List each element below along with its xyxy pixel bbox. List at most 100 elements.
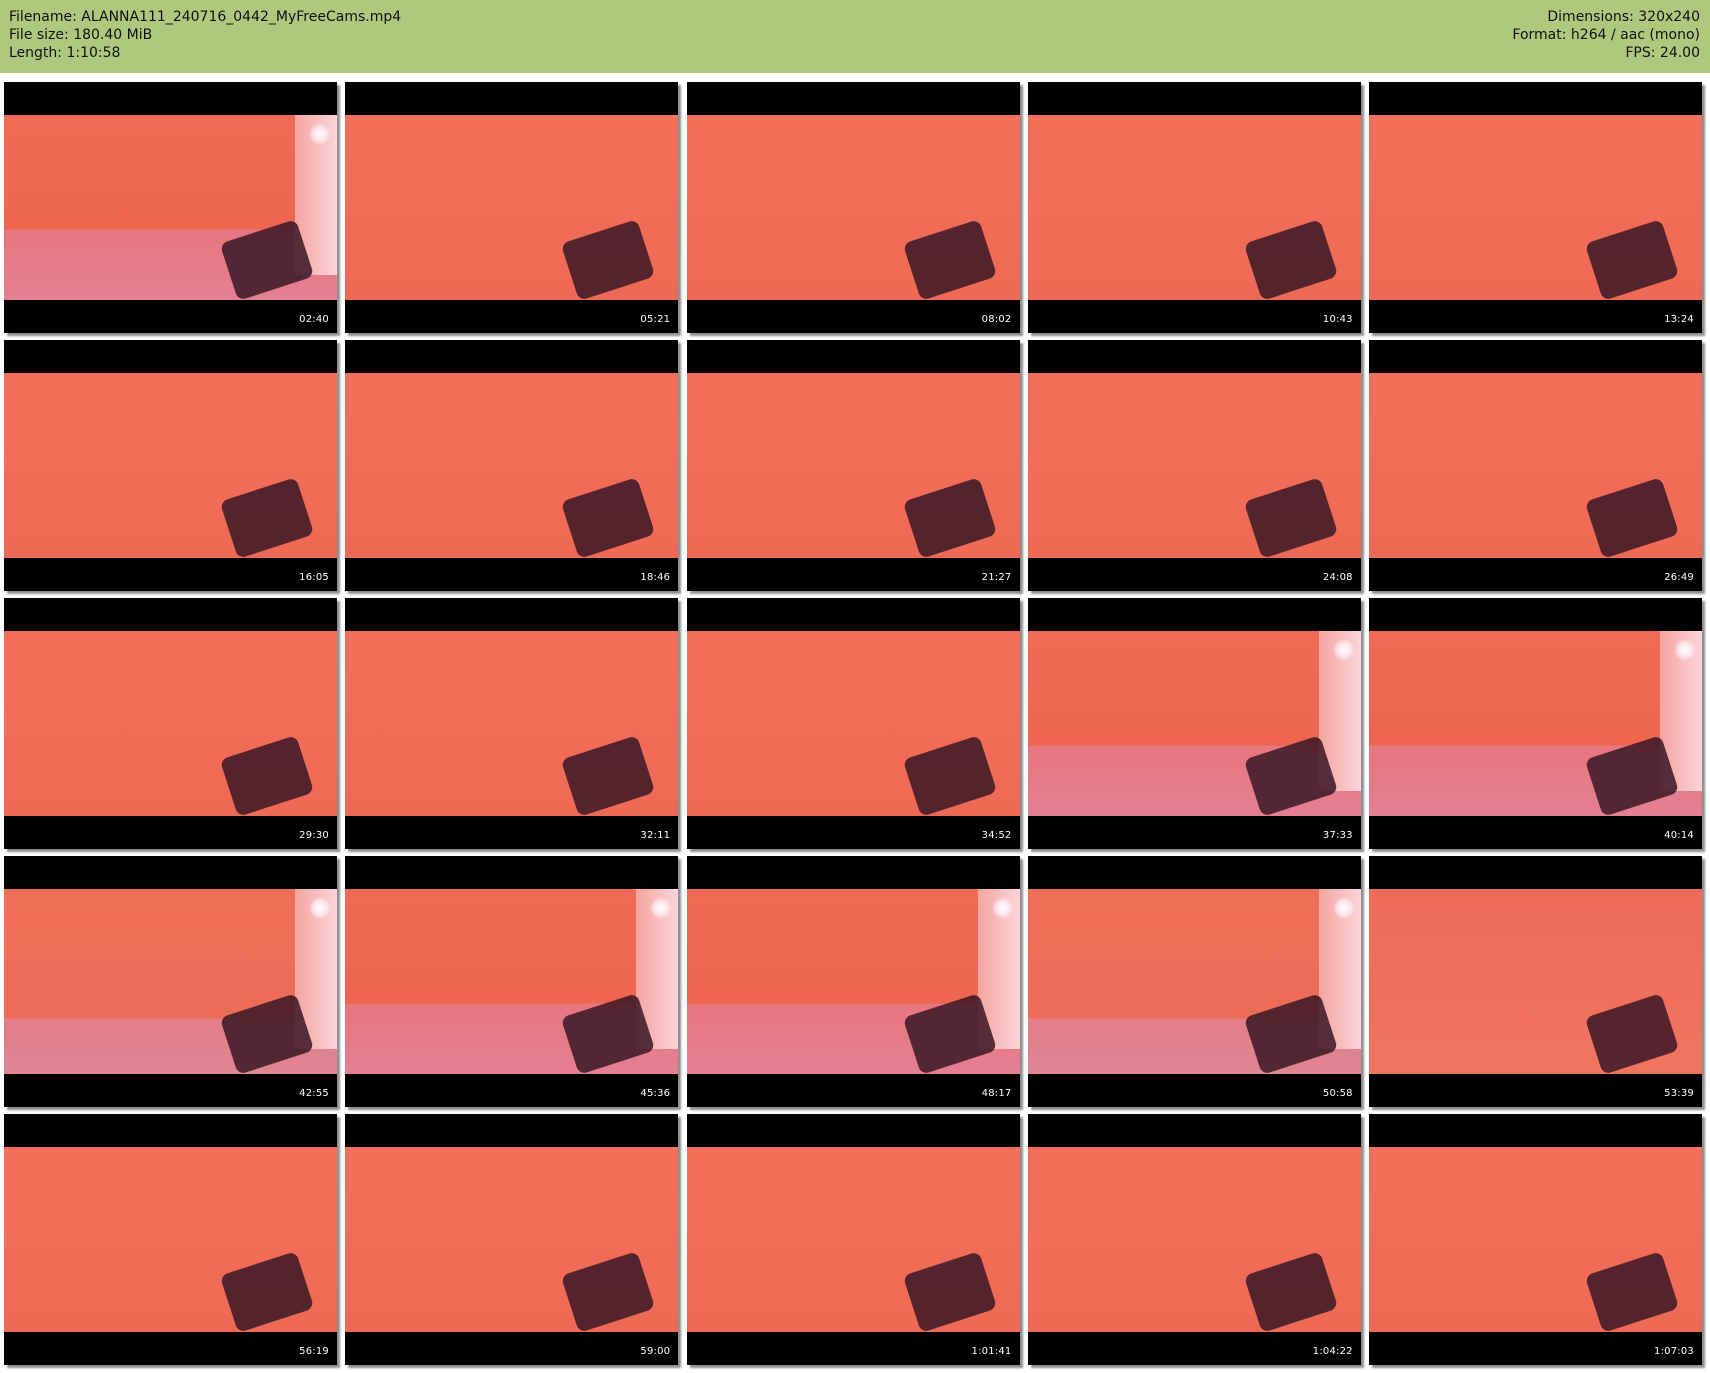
- thumbnail-frame: [345, 115, 679, 300]
- fps-label: FPS: 24.00: [1625, 45, 1700, 61]
- thumbnail-frame: [1027, 115, 1361, 300]
- thumbnail-timestamp: 10:43: [1322, 314, 1353, 325]
- background-pillow: [902, 477, 997, 558]
- background-pillow: [1584, 1251, 1680, 1332]
- video-thumbnail[interactable]: 08:02: [686, 82, 1020, 333]
- background-pillow: [902, 735, 997, 816]
- length-label: Length: 1:10:58: [9, 45, 121, 61]
- thumbnail-timestamp: 59:00: [640, 1346, 671, 1357]
- thumbnail-frame: [4, 1147, 337, 1332]
- filesize-label: File size: 180.40 MiB: [9, 27, 153, 43]
- thumbnail-timestamp: 42:55: [299, 1088, 329, 1099]
- background-pillow: [1584, 477, 1680, 558]
- background-pillow: [560, 477, 656, 558]
- video-thumbnail[interactable]: 02:40: [4, 82, 337, 333]
- thumbnail-timestamp: 08:02: [981, 314, 1012, 325]
- thumbnail-frame: [4, 115, 337, 300]
- video-thumbnail[interactable]: 26:49: [1369, 340, 1702, 591]
- background-pillow: [1243, 219, 1339, 300]
- thumbnail-frame: [4, 889, 337, 1074]
- video-thumbnail[interactable]: 50:58: [1027, 856, 1361, 1107]
- video-thumbnail[interactable]: 40:14: [1369, 598, 1702, 849]
- video-thumbnail[interactable]: 24:08: [1027, 340, 1361, 591]
- video-thumbnail[interactable]: 45:36: [345, 856, 679, 1107]
- video-thumbnail[interactable]: 34:52: [686, 598, 1020, 849]
- thumbnail-frame: [1027, 1147, 1361, 1332]
- video-thumbnail[interactable]: 42:55: [4, 856, 337, 1107]
- thumbnail-frame: [686, 373, 1020, 558]
- thumbnail-frame: [345, 1147, 679, 1332]
- thumbnail-frame: [345, 889, 679, 1074]
- thumbnail-timestamp: 29:30: [299, 830, 329, 841]
- thumbnail-timestamp: 1:01:41: [971, 1346, 1012, 1357]
- background-lamp: [1332, 897, 1355, 919]
- video-thumbnail[interactable]: 59:00: [345, 1114, 679, 1365]
- thumbnail-frame: [1369, 373, 1702, 558]
- background-pillow: [560, 1251, 656, 1332]
- background-lamp: [309, 123, 331, 145]
- background-pillow: [1584, 219, 1680, 300]
- background-lamp: [991, 897, 1014, 919]
- video-thumbnail[interactable]: 32:11: [345, 598, 679, 849]
- filename-label: Filename: ALANNA111_240716_0442_MyFreeCa…: [9, 9, 402, 25]
- thumbnail-timestamp: 32:11: [640, 830, 671, 841]
- background-pillow: [902, 219, 997, 300]
- background-pillow: [1584, 993, 1680, 1074]
- thumbnail-timestamp: 21:27: [981, 572, 1012, 583]
- video-thumbnail[interactable]: 29:30: [4, 598, 337, 849]
- video-thumbnail[interactable]: 1:01:41: [686, 1114, 1020, 1365]
- thumbnail-frame: [1369, 1147, 1702, 1332]
- background-pillow: [560, 735, 656, 816]
- background-pillow: [1243, 993, 1339, 1074]
- thumbnail-timestamp: 13:24: [1664, 314, 1694, 325]
- background-pillow: [560, 219, 656, 300]
- background-pillow: [1243, 477, 1339, 558]
- background-lamp: [309, 897, 331, 919]
- thumbnail-timestamp: 1:04:22: [1312, 1346, 1353, 1357]
- thumbnail-frame: [686, 631, 1020, 816]
- thumbnail-frame: [1369, 889, 1702, 1074]
- info-header: Filename: ALANNA111_240716_0442_MyFreeCa…: [0, 0, 1710, 73]
- video-thumbnail[interactable]: 21:27: [686, 340, 1020, 591]
- thumbnail-frame: [1027, 373, 1361, 558]
- video-thumbnail[interactable]: 48:17: [686, 856, 1020, 1107]
- thumbnail-timestamp: 40:14: [1664, 830, 1694, 841]
- thumbnail-frame: [345, 373, 679, 558]
- thumbnail-frame: [686, 889, 1020, 1074]
- thumbnail-frame: [4, 631, 337, 816]
- video-thumbnail[interactable]: 05:21: [345, 82, 679, 333]
- thumbnail-timestamp: 37:33: [1322, 830, 1353, 841]
- thumbnail-timestamp: 48:17: [981, 1088, 1012, 1099]
- thumbnail-timestamp: 16:05: [299, 572, 329, 583]
- video-thumbnail[interactable]: 53:39: [1369, 856, 1702, 1107]
- background-pillow: [902, 993, 997, 1074]
- thumbnail-timestamp: 56:19: [299, 1346, 329, 1357]
- video-thumbnail[interactable]: 16:05: [4, 340, 337, 591]
- video-thumbnail[interactable]: 13:24: [1369, 82, 1702, 333]
- thumbnail-timestamp: 05:21: [640, 314, 671, 325]
- background-pillow: [219, 1251, 315, 1332]
- video-thumbnail[interactable]: 1:07:03: [1369, 1114, 1702, 1365]
- video-thumbnail[interactable]: 10:43: [1027, 82, 1361, 333]
- background-pillow: [902, 1251, 997, 1332]
- video-thumbnail[interactable]: 56:19: [4, 1114, 337, 1365]
- thumbnail-frame: [4, 373, 337, 558]
- thumbnail-timestamp: 34:52: [981, 830, 1012, 841]
- thumbnail-frame: [1369, 115, 1702, 300]
- background-pillow: [1243, 1251, 1339, 1332]
- thumbnail-timestamp: 1:07:03: [1654, 1346, 1694, 1357]
- file-info-right: Dimensions: 320x240 Format: h264 / aac (…: [1512, 8, 1700, 62]
- video-thumbnail[interactable]: 18:46: [345, 340, 679, 591]
- thumbnail-timestamp: 24:08: [1322, 572, 1353, 583]
- background-pillow: [219, 735, 315, 816]
- video-thumbnail[interactable]: 37:33: [1027, 598, 1361, 849]
- background-pillow: [1243, 735, 1339, 816]
- thumbnail-frame: [345, 631, 679, 816]
- video-thumbnail[interactable]: 1:04:22: [1027, 1114, 1361, 1365]
- thumbnail-grid: 02:40 05:21 08:02 10:43 13:24 16:05 18:46 21:27…: [4, 82, 1706, 1365]
- file-info-left: Filename: ALANNA111_240716_0442_MyFreeCa…: [9, 8, 401, 62]
- thumbnail-frame: [686, 1147, 1020, 1332]
- thumbnail-frame: [1027, 631, 1361, 816]
- format-label: Format: h264 / aac (mono): [1512, 27, 1700, 43]
- thumbnail-frame: [686, 115, 1020, 300]
